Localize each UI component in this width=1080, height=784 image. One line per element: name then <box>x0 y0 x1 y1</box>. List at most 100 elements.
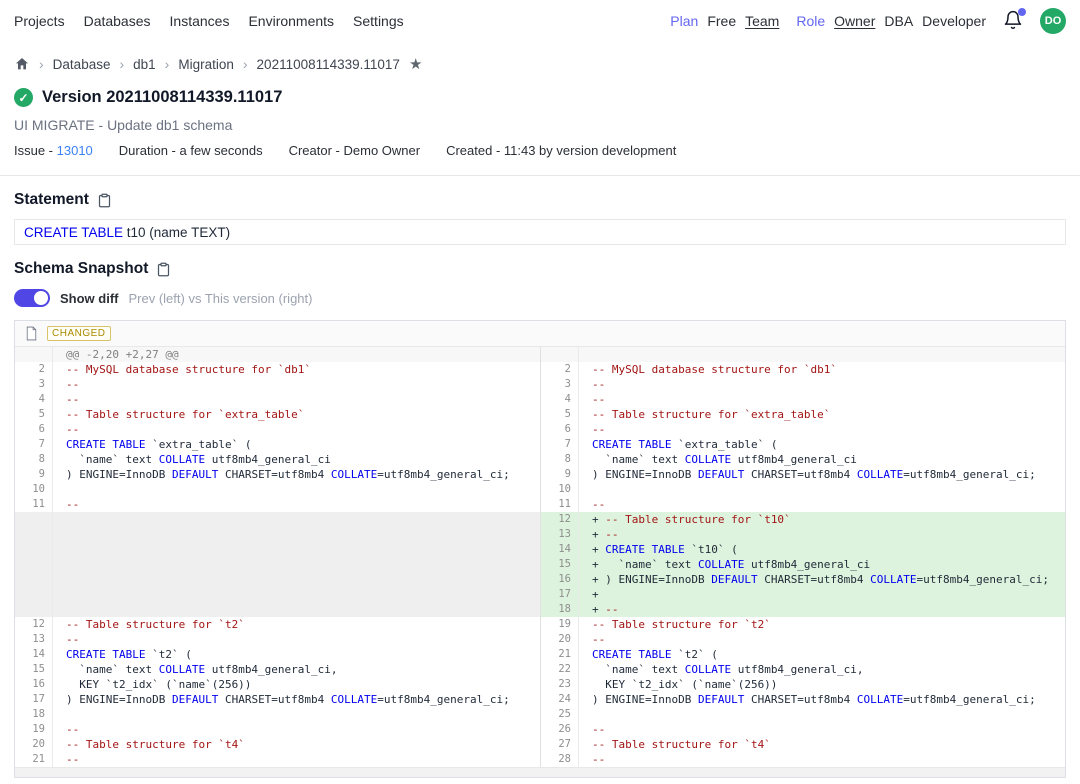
diff-code-row: 3-- <box>15 377 540 392</box>
nav-environments[interactable]: Environments <box>248 13 334 29</box>
diff-code-row: 17) ENGINE=InnoDB DEFAULT CHARSET=utf8mb… <box>15 692 540 707</box>
nav-databases[interactable]: Databases <box>84 13 151 29</box>
meta-issue: Issue - 13010 <box>14 143 93 158</box>
line-number: 13 <box>541 527 579 542</box>
diff-horizontal-scrollbar[interactable] <box>15 767 1065 777</box>
role-owner-link[interactable]: Owner <box>834 13 875 29</box>
version-header: ✓ Version 20211008114339.11017 <box>0 88 1080 107</box>
breadcrumb-version[interactable]: 20211008114339.11017 <box>257 57 400 72</box>
code-text: ) ENGINE=InnoDB DEFAULT CHARSET=utf8mb4 … <box>579 467 1065 482</box>
show-diff-toggle[interactable] <box>14 289 50 307</box>
version-subtitle: UI MIGRATE - Update db1 schema <box>0 117 1080 133</box>
diff-code-row: 6-- <box>15 422 540 437</box>
copy-statement-icon[interactable] <box>97 193 112 208</box>
code-text: -- Table structure for `t2` <box>579 617 1065 632</box>
line-number <box>15 587 53 602</box>
notification-bell-icon[interactable] <box>1003 10 1025 32</box>
line-number: 7 <box>15 437 53 452</box>
code-text: `name` text COLLATE utf8mb4_general_ci, <box>579 662 1065 677</box>
role-label: Role <box>796 13 825 29</box>
home-icon[interactable] <box>14 56 30 72</box>
role-dba: DBA <box>884 13 913 29</box>
code-text: -- <box>579 722 1065 737</box>
breadcrumb-separator: › <box>243 56 248 72</box>
line-number <box>15 572 53 587</box>
statement-heading: Statement <box>14 191 89 209</box>
diff-code-row: 7CREATE TABLE `extra_table` ( <box>15 437 540 452</box>
diff-code-row: 6-- <box>541 422 1065 437</box>
line-number: 5 <box>15 407 53 422</box>
breadcrumb-separator: › <box>165 56 170 72</box>
line-number: 25 <box>541 707 579 722</box>
diff-code-row: 14CREATE TABLE `t2` ( <box>15 647 540 662</box>
meta-issue-link[interactable]: 13010 <box>57 143 93 158</box>
nav-instances[interactable]: Instances <box>170 13 230 29</box>
code-text <box>579 707 1065 722</box>
line-number: 28 <box>541 752 579 767</box>
code-text: KEY `t2_idx` (`name`(256)) <box>53 677 540 692</box>
diff-hunk-row <box>541 347 1065 362</box>
line-number: 12 <box>15 617 53 632</box>
schema-diff-viewer: CHANGED @@ -2,20 +2,27 @@2-- MySQL datab… <box>14 320 1066 778</box>
diff-code-row: 17+ <box>541 587 1065 602</box>
diff-spacer-row <box>15 572 540 587</box>
diff-editor: @@ -2,20 +2,27 @@2-- MySQL database stru… <box>15 347 1065 767</box>
code-text <box>53 587 540 602</box>
diff-spacer-row <box>15 557 540 572</box>
meta-duration: Duration - a few seconds <box>119 143 263 158</box>
copy-snapshot-icon[interactable] <box>156 262 171 277</box>
statement-sql[interactable]: CREATE TABLE t10 (name TEXT) <box>14 219 1066 245</box>
role-developer: Developer <box>922 13 986 29</box>
user-avatar[interactable]: DO <box>1040 8 1066 34</box>
diff-code-row: 13+ -- <box>541 527 1065 542</box>
diff-right-pane[interactable]: 2-- MySQL database structure for `db1`3-… <box>540 347 1065 767</box>
code-text: ) ENGINE=InnoDB DEFAULT CHARSET=utf8mb4 … <box>53 692 540 707</box>
sql-rest: t10 (name TEXT) <box>123 225 230 240</box>
diff-left-pane[interactable]: @@ -2,20 +2,27 @@2-- MySQL database stru… <box>15 347 540 767</box>
diff-code-row: 27-- Table structure for `t4` <box>541 737 1065 752</box>
diff-code-row: 15 `name` text COLLATE utf8mb4_general_c… <box>15 662 540 677</box>
snapshot-heading-row: Schema Snapshot <box>0 260 1080 278</box>
diff-spacer-row <box>15 587 540 602</box>
nav-settings[interactable]: Settings <box>353 13 404 29</box>
breadcrumb-separator: › <box>39 56 44 72</box>
diff-code-row: 10 <box>15 482 540 497</box>
diff-hunk-row: @@ -2,20 +2,27 @@ <box>15 347 540 362</box>
breadcrumb-migration[interactable]: Migration <box>178 57 234 72</box>
code-text: -- <box>579 422 1065 437</box>
code-text: -- MySQL database structure for `db1` <box>579 362 1065 377</box>
code-text <box>53 557 540 572</box>
code-text: -- <box>53 722 540 737</box>
plan-label: Plan <box>670 13 698 29</box>
code-text <box>53 512 540 527</box>
breadcrumb-db1[interactable]: db1 <box>133 57 156 72</box>
diff-code-row: 25 <box>541 707 1065 722</box>
breadcrumb: › Database › db1 › Migration › 202110081… <box>0 55 1080 73</box>
code-text: CREATE TABLE `t2` ( <box>53 647 540 662</box>
breadcrumb-database[interactable]: Database <box>53 57 111 72</box>
line-number: 15 <box>541 557 579 572</box>
code-text: -- MySQL database structure for `db1` <box>53 362 540 377</box>
code-text: + `name` text COLLATE utf8mb4_general_ci <box>579 557 1065 572</box>
diff-code-row: 22 `name` text COLLATE utf8mb4_general_c… <box>541 662 1065 677</box>
nav-projects[interactable]: Projects <box>14 13 65 29</box>
top-navbar: Projects Databases Instances Environment… <box>0 0 1080 42</box>
code-text: KEY `t2_idx` (`name`(256)) <box>579 677 1065 692</box>
line-number: 4 <box>15 392 53 407</box>
line-number: 18 <box>15 707 53 722</box>
star-icon[interactable]: ★ <box>409 55 422 73</box>
line-number: 16 <box>15 677 53 692</box>
line-number <box>15 557 53 572</box>
statement-heading-row: Statement <box>0 191 1080 209</box>
code-text: + CREATE TABLE `t10` ( <box>579 542 1065 557</box>
page-title: Version 20211008114339.11017 <box>42 88 282 107</box>
code-text: -- Table structure for `t4` <box>53 737 540 752</box>
diff-code-row: 2-- MySQL database structure for `db1` <box>15 362 540 377</box>
plan-team-link[interactable]: Team <box>745 13 779 29</box>
diff-code-row: 12+ -- Table structure for `t10` <box>541 512 1065 527</box>
line-number: 3 <box>541 377 579 392</box>
diff-code-row: 23 KEY `t2_idx` (`name`(256)) <box>541 677 1065 692</box>
line-number: 22 <box>541 662 579 677</box>
code-text: + -- <box>579 527 1065 542</box>
line-number: 6 <box>15 422 53 437</box>
